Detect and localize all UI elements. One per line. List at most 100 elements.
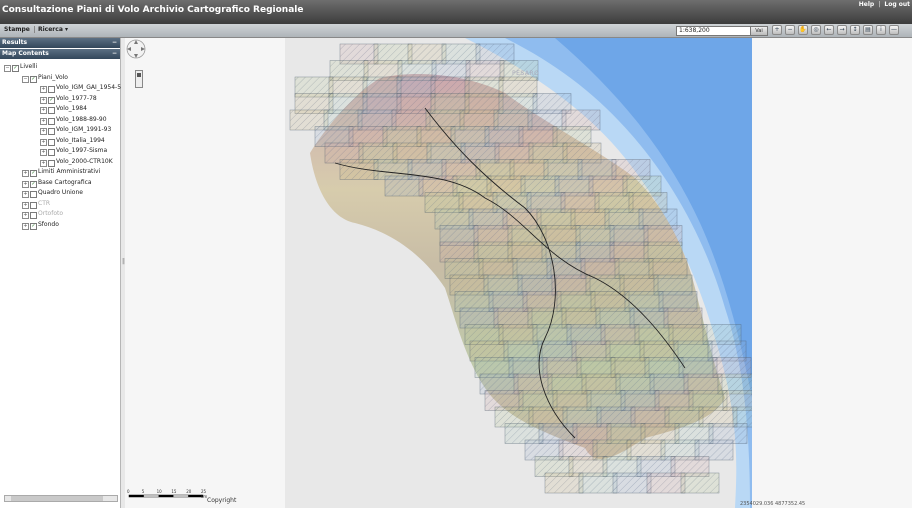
map-canvas[interactable] [125,38,912,508]
pan-icon[interactable]: ✋ [798,25,808,35]
layer-checkbox[interactable] [48,128,55,135]
map-contents-minimize-icon[interactable]: − [112,49,117,59]
layer-checkbox[interactable]: ✓ [48,96,55,104]
layer-label: Volo_Italia_1994 [56,136,105,144]
map-tools: + − ✋ ◎ ← → ↕ ▤ i — [772,25,902,36]
layer-tree-item[interactable]: + ✓ Limiti Amministrativi [0,167,120,178]
header-links: Help | Log out [855,1,910,8]
back-icon[interactable]: ← [824,25,834,35]
tree-scrollbar[interactable] [4,495,118,502]
map-contents-header[interactable]: Map Contents − [0,49,120,60]
zoom-handle[interactable] [137,73,141,77]
scale-input[interactable]: 1:638,200 [676,26,752,36]
layer-tree-item[interactable]: + Volo_2000-CTR10K [0,157,120,168]
expand-icon[interactable]: + [40,128,47,135]
header-separator: | [878,1,881,8]
flight-tile-tint [340,159,378,180]
layer-label: Sfondo [38,220,59,228]
expand-icon[interactable]: + [40,138,47,146]
scrollbar-thumb[interactable] [11,496,103,501]
layer-tree: − ✓ Livelli − ✓ Piani_Volo + Volo_IGM_GAI_1954-… [0,60,121,231]
measure-icon[interactable]: ▤ [863,25,873,35]
forward-icon[interactable]: → [837,25,847,35]
toolbar: Stampe Ricerca ▾ 1:638,200 Vai + − ✋ ◎ ← → ↕ ▤ i… [0,24,912,38]
results-minimize-icon[interactable]: − [112,38,117,48]
zoom-out-icon[interactable]: − [785,25,795,35]
layer-checkbox[interactable] [48,149,55,156]
layer-tree-item[interactable]: + Quadro Unione [0,188,120,199]
layer-tree-item[interactable]: + CTR [0,199,120,210]
expand-icon[interactable]: + [22,222,29,230]
collapse-icon[interactable]: − [4,65,11,72]
layer-checkbox[interactable]: ✓ [30,222,37,230]
zoom-in-icon[interactable]: + [772,25,782,35]
full-extent-icon[interactable]: ◎ [811,25,821,35]
expand-icon[interactable]: + [40,96,47,104]
layer-tree-item[interactable]: + ✓ Sfondo [0,220,120,231]
expand-icon[interactable]: + [22,212,29,219]
identify-icon[interactable]: ↕ [850,25,860,35]
layer-tree-item[interactable]: + Volo_1997-Sisma [0,146,120,157]
scale-go-button[interactable]: Vai [750,26,768,36]
menu-ricerca[interactable]: Ricerca ▾ [34,26,68,33]
help-link[interactable]: Help [859,1,874,8]
layer-tree-item[interactable]: + Volo_IGM_1991-93 [0,125,120,136]
layer-tree-item[interactable]: + Volo_Italia_1994 [0,136,120,147]
pan-control[interactable] [125,38,147,60]
layer-tree-item[interactable]: + Volo_IGM_GAI_1954-5 [0,83,121,94]
scale-bar: 0 5 10 15 20 25 km [127,489,207,500]
layer-tree-item[interactable]: − ✓ Livelli [0,62,120,73]
layer-tree-item[interactable]: + Volo_1988-89-90 [0,115,120,126]
layer-label: Base Cartografica [38,178,92,186]
layer-checkbox[interactable] [30,212,37,219]
layer-label: Volo_2000-CTR10K [56,157,113,165]
expand-icon[interactable]: + [40,117,47,125]
scale-tick-label: 15 [171,489,177,494]
zoom-slider[interactable] [135,70,143,88]
layer-label: Volo_1997-Sisma [56,147,108,154]
layer-checkbox[interactable] [48,159,55,167]
map-place-label: PESARO [512,70,540,77]
results-panel-header[interactable]: Results − [0,38,120,49]
copyright-text: Copyright [207,497,237,504]
map-view[interactable]: PESARO 0 5 10 15 20 25 km Copyright 2354029.0… [125,38,912,508]
layer-label: Limiti Amministrativi [38,168,101,175]
expand-icon[interactable]: + [40,86,47,93]
collapse-icon[interactable]: − [22,75,29,83]
layer-checkbox[interactable] [48,138,55,146]
clear-icon[interactable]: — [889,25,899,35]
layer-checkbox[interactable]: ✓ [30,170,37,177]
expand-icon[interactable]: + [22,201,29,209]
expand-icon[interactable]: + [40,149,47,156]
scale-bar-graphic [128,494,204,498]
layer-checkbox[interactable] [30,191,37,198]
expand-icon[interactable]: + [22,180,29,188]
layer-tree-item[interactable]: + ✓ Volo_1977-78 [0,94,120,105]
layer-checkbox[interactable]: ✓ [30,75,37,83]
layer-label: Volo_IGM_1991-93 [56,126,112,133]
layer-tree-item[interactable]: + ✓ Base Cartografica [0,178,120,189]
layer-checkbox[interactable] [48,86,55,93]
results-title: Results [2,39,28,46]
expand-icon[interactable]: + [40,107,47,114]
layer-label: Volo_1977-78 [56,94,97,102]
layer-checkbox[interactable]: ✓ [30,180,37,188]
expand-icon[interactable]: + [40,159,47,167]
layer-checkbox[interactable]: ✓ [12,65,19,72]
layer-checkbox[interactable] [30,201,37,209]
layer-checkbox[interactable] [48,117,55,125]
expand-icon[interactable]: + [22,191,29,198]
menu-stampe[interactable]: Stampe [4,26,30,33]
app-header: Consultazione Piani di Volo Archivio Car… [0,0,912,24]
expand-icon[interactable]: + [22,170,29,177]
app-title: Consultazione Piani di Volo Archivio Car… [2,5,304,15]
layer-checkbox[interactable] [48,107,55,114]
info-icon[interactable]: i [876,25,886,35]
logout-link[interactable]: Log out [884,1,910,8]
scale-tick-label: 5 [141,489,145,494]
flight-tile-tint [545,473,583,493]
layer-tree-item[interactable]: − ✓ Piani_Volo [0,73,120,84]
layer-tree-item[interactable]: + Ortofoto [0,209,120,220]
layer-tree-item[interactable]: + Volo_1984 [0,104,120,115]
left-panel: Results − Map Contents − − ✓ Livelli − ✓ Pian… [0,38,121,508]
